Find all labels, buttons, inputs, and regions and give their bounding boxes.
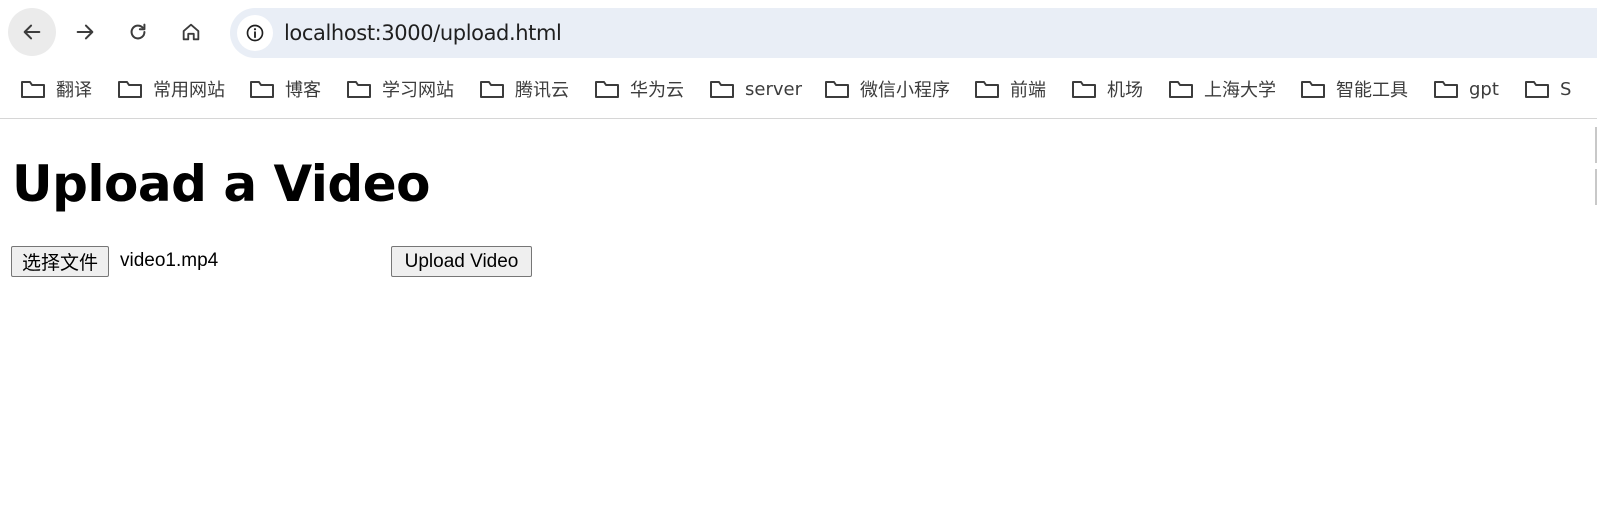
choose-file-button[interactable]: 选择文件 <box>11 246 110 277</box>
site-info-button[interactable] <box>237 15 273 51</box>
bookmark-label: 上海大学 <box>1204 80 1276 101</box>
info-circle-icon <box>246 24 264 42</box>
bookmark-label: 机场 <box>1107 80 1143 101</box>
bookmark-folder[interactable]: 前端 <box>974 70 1046 108</box>
home-button[interactable] <box>167 8 215 56</box>
reload-button[interactable] <box>114 8 162 56</box>
bookmark-label: 微信小程序 <box>860 80 950 101</box>
bookmark-folder[interactable]: gpt <box>1433 70 1499 108</box>
bookmark-label: 翻译 <box>56 80 92 101</box>
bookmark-label: S <box>1560 78 1572 100</box>
upload-video-button[interactable]: Upload Video <box>391 246 532 277</box>
folder-icon <box>1169 81 1193 98</box>
reload-icon <box>130 23 146 40</box>
folder-icon <box>118 81 142 98</box>
bookmark-folder[interactable]: 常用网站 <box>117 70 225 108</box>
folder-icon <box>825 81 849 98</box>
bookmark-label: 博客 <box>285 80 321 101</box>
bookmark-label: 智能工具 <box>1336 80 1408 101</box>
address-bar[interactable]: localhost:3000/upload.html <box>230 8 1597 58</box>
bookmark-folder[interactable]: 机场 <box>1071 70 1143 108</box>
folder-icon <box>1301 81 1325 98</box>
bookmark-folder[interactable]: 智能工具 <box>1300 70 1408 108</box>
url-text[interactable]: localhost:3000/upload.html <box>284 21 562 45</box>
folder-icon <box>595 81 619 98</box>
bookmark-label: gpt <box>1469 78 1499 100</box>
forward-button[interactable] <box>61 8 109 56</box>
bookmark-label: server <box>745 78 802 100</box>
folder-icon <box>975 81 999 98</box>
bookmark-label: 学习网站 <box>382 80 454 101</box>
folder-icon <box>347 81 371 98</box>
bookmark-folder[interactable]: server <box>709 70 802 108</box>
browser-chrome: localhost:3000/upload.html 翻译 常用网站 博客 学习… <box>0 0 1597 119</box>
bookmarks-bar: 翻译 常用网站 博客 学习网站 腾讯云 华为云 server 微信小程序 前端 … <box>0 70 1597 108</box>
page-title: Upload a Video <box>12 155 430 213</box>
arrow-left-icon <box>23 24 41 40</box>
arrow-right-icon <box>76 24 94 40</box>
bookmark-folder[interactable]: 华为云 <box>594 70 684 108</box>
bookmark-label: 华为云 <box>630 80 684 101</box>
bookmark-label: 腾讯云 <box>515 80 569 101</box>
folder-icon <box>1525 81 1549 98</box>
bookmark-folder[interactable]: S <box>1524 70 1571 108</box>
home-icon <box>182 23 200 41</box>
bookmark-folder[interactable]: 博客 <box>249 70 321 108</box>
selected-file-name: video1.mp4 <box>120 250 219 271</box>
bookmark-folder[interactable]: 微信小程序 <box>824 70 950 108</box>
bookmark-label: 前端 <box>1010 80 1046 101</box>
folder-icon <box>480 81 504 98</box>
bookmark-label: 常用网站 <box>153 80 225 101</box>
bookmark-folder[interactable]: 上海大学 <box>1168 70 1276 108</box>
folder-icon <box>250 81 274 98</box>
bookmark-folder[interactable]: 学习网站 <box>346 70 454 108</box>
folder-icon <box>21 81 45 98</box>
folder-icon <box>710 81 734 98</box>
back-button[interactable] <box>8 8 56 56</box>
browser-toolbar: localhost:3000/upload.html <box>0 0 1597 66</box>
bookmark-folder[interactable]: 腾讯云 <box>479 70 569 108</box>
page-content: Upload a Video 选择文件 video1.mp4 Upload Vi… <box>0 119 1597 530</box>
bookmark-folder[interactable]: 翻译 <box>20 70 92 108</box>
folder-icon <box>1072 81 1096 98</box>
folder-icon <box>1434 81 1458 98</box>
